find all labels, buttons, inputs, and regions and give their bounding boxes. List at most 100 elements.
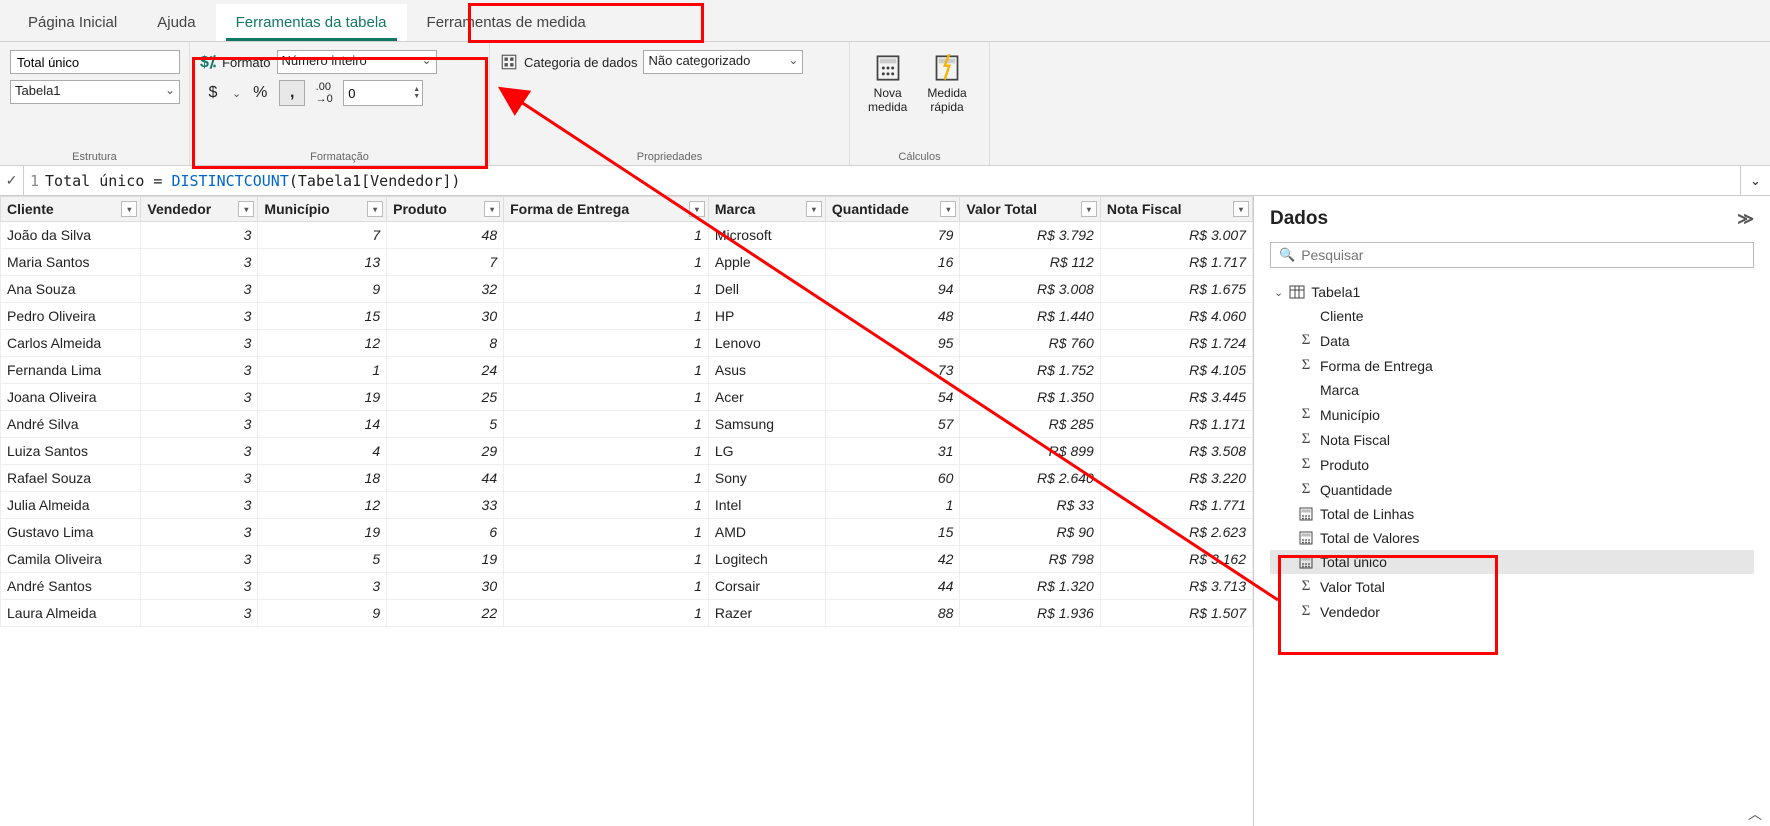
- field-item[interactable]: ΣData: [1270, 328, 1754, 353]
- cell[interactable]: 1: [504, 519, 709, 546]
- cell[interactable]: R$ 3.007: [1100, 222, 1252, 249]
- measure-name-input[interactable]: [10, 50, 180, 74]
- cell[interactable]: 15: [825, 519, 960, 546]
- cell[interactable]: 3: [141, 411, 258, 438]
- column-header[interactable]: Forma de Entrega▾: [504, 197, 709, 222]
- format-select[interactable]: Número inteiro: [277, 50, 437, 74]
- cell[interactable]: 13: [258, 249, 387, 276]
- cell[interactable]: 48: [387, 222, 504, 249]
- cell[interactable]: 1: [504, 222, 709, 249]
- cell[interactable]: 33: [387, 492, 504, 519]
- spinner-arrows-icon[interactable]: ▲▼: [411, 84, 422, 102]
- field-item[interactable]: ΣProduto: [1270, 452, 1754, 477]
- field-item[interactable]: Total único: [1270, 550, 1754, 574]
- cell[interactable]: 42: [825, 546, 960, 573]
- cell[interactable]: 3: [141, 249, 258, 276]
- cell[interactable]: 44: [825, 573, 960, 600]
- decimal-places-value[interactable]: [344, 84, 394, 103]
- cell[interactable]: 94: [825, 276, 960, 303]
- decimal-places-input[interactable]: ▲▼: [343, 80, 423, 106]
- column-filter-icon[interactable]: ▾: [689, 201, 705, 217]
- cell[interactable]: 1: [504, 249, 709, 276]
- cell[interactable]: R$ 4.060: [1100, 303, 1252, 330]
- cell[interactable]: Intel: [708, 492, 825, 519]
- table-row[interactable]: Laura Almeida39221Razer88R$ 1.936R$ 1.50…: [1, 600, 1253, 627]
- cell[interactable]: R$ 1.717: [1100, 249, 1252, 276]
- cell[interactable]: 60: [825, 465, 960, 492]
- field-item[interactable]: ΣForma de Entrega: [1270, 353, 1754, 378]
- column-filter-icon[interactable]: ▾: [1233, 201, 1249, 217]
- cell[interactable]: 30: [387, 573, 504, 600]
- column-filter-icon[interactable]: ▾: [1081, 201, 1097, 217]
- cell[interactable]: LG: [708, 438, 825, 465]
- cell[interactable]: 9: [258, 276, 387, 303]
- cell[interactable]: R$ 285: [960, 411, 1100, 438]
- cell[interactable]: Julia Almeida: [1, 492, 141, 519]
- cell[interactable]: 5: [258, 546, 387, 573]
- cell[interactable]: R$ 760: [960, 330, 1100, 357]
- cell[interactable]: 88: [825, 600, 960, 627]
- cell[interactable]: 14: [258, 411, 387, 438]
- cell[interactable]: Camila Oliveira: [1, 546, 141, 573]
- field-item[interactable]: Marca: [1270, 378, 1754, 402]
- field-item[interactable]: Cliente: [1270, 304, 1754, 328]
- cell[interactable]: 32: [387, 276, 504, 303]
- column-filter-icon[interactable]: ▾: [484, 201, 500, 217]
- cell[interactable]: R$ 3.792: [960, 222, 1100, 249]
- cell[interactable]: Ana Souza: [1, 276, 141, 303]
- field-item[interactable]: Total de Linhas: [1270, 502, 1754, 526]
- column-header[interactable]: Vendedor▾: [141, 197, 258, 222]
- tab-home[interactable]: Página Inicial: [8, 4, 137, 41]
- cell[interactable]: 44: [387, 465, 504, 492]
- cell[interactable]: R$ 3.445: [1100, 384, 1252, 411]
- cell[interactable]: 79: [825, 222, 960, 249]
- cell[interactable]: 3: [141, 573, 258, 600]
- cell[interactable]: R$ 33: [960, 492, 1100, 519]
- cell[interactable]: Gustavo Lima: [1, 519, 141, 546]
- table-row[interactable]: João da Silva37481Microsoft79R$ 3.792R$ …: [1, 222, 1253, 249]
- home-table-select[interactable]: Tabela1: [10, 80, 180, 104]
- cell[interactable]: Luiza Santos: [1, 438, 141, 465]
- cell[interactable]: André Silva: [1, 411, 141, 438]
- column-filter-icon[interactable]: ▾: [121, 201, 137, 217]
- cell[interactable]: R$ 1.724: [1100, 330, 1252, 357]
- currency-button[interactable]: $: [200, 80, 226, 106]
- cell[interactable]: 31: [825, 438, 960, 465]
- cell[interactable]: Logitech: [708, 546, 825, 573]
- table-row[interactable]: André Santos33301Corsair44R$ 1.320R$ 3.7…: [1, 573, 1253, 600]
- cell[interactable]: Rafael Souza: [1, 465, 141, 492]
- table-row[interactable]: Fernanda Lima31241Asus73R$ 1.752R$ 4.105: [1, 357, 1253, 384]
- cell[interactable]: 6: [387, 519, 504, 546]
- field-item[interactable]: ΣValor Total: [1270, 574, 1754, 599]
- cell[interactable]: 24: [387, 357, 504, 384]
- column-header[interactable]: Nota Fiscal▾: [1100, 197, 1252, 222]
- cell[interactable]: 1: [504, 600, 709, 627]
- fields-search-input[interactable]: [1301, 247, 1745, 263]
- table-node[interactable]: ⌄Tabela1: [1270, 280, 1754, 304]
- cell[interactable]: 3: [141, 357, 258, 384]
- cell[interactable]: 1: [258, 357, 387, 384]
- cell[interactable]: R$ 2.623: [1100, 519, 1252, 546]
- cell[interactable]: R$ 112: [960, 249, 1100, 276]
- table-row[interactable]: Pedro Oliveira315301HP48R$ 1.440R$ 4.060: [1, 303, 1253, 330]
- column-header[interactable]: Valor Total▾: [960, 197, 1100, 222]
- column-header[interactable]: Marca▾: [708, 197, 825, 222]
- field-item[interactable]: Total de Valores: [1270, 526, 1754, 550]
- cell[interactable]: 19: [258, 519, 387, 546]
- cell[interactable]: Microsoft: [708, 222, 825, 249]
- cell[interactable]: 3: [141, 384, 258, 411]
- cell[interactable]: R$ 1.936: [960, 600, 1100, 627]
- cell[interactable]: Acer: [708, 384, 825, 411]
- cell[interactable]: 3: [258, 573, 387, 600]
- cell[interactable]: R$ 4.105: [1100, 357, 1252, 384]
- cell[interactable]: R$ 1.752: [960, 357, 1100, 384]
- cell[interactable]: Fernanda Lima: [1, 357, 141, 384]
- field-item[interactable]: ΣNota Fiscal: [1270, 427, 1754, 452]
- cell[interactable]: 1: [504, 303, 709, 330]
- data-category-select[interactable]: Não categorizado: [643, 50, 803, 74]
- cell[interactable]: 3: [141, 465, 258, 492]
- cell[interactable]: 48: [825, 303, 960, 330]
- cell[interactable]: 1: [504, 438, 709, 465]
- cell[interactable]: Laura Almeida: [1, 600, 141, 627]
- column-filter-icon[interactable]: ▾: [367, 201, 383, 217]
